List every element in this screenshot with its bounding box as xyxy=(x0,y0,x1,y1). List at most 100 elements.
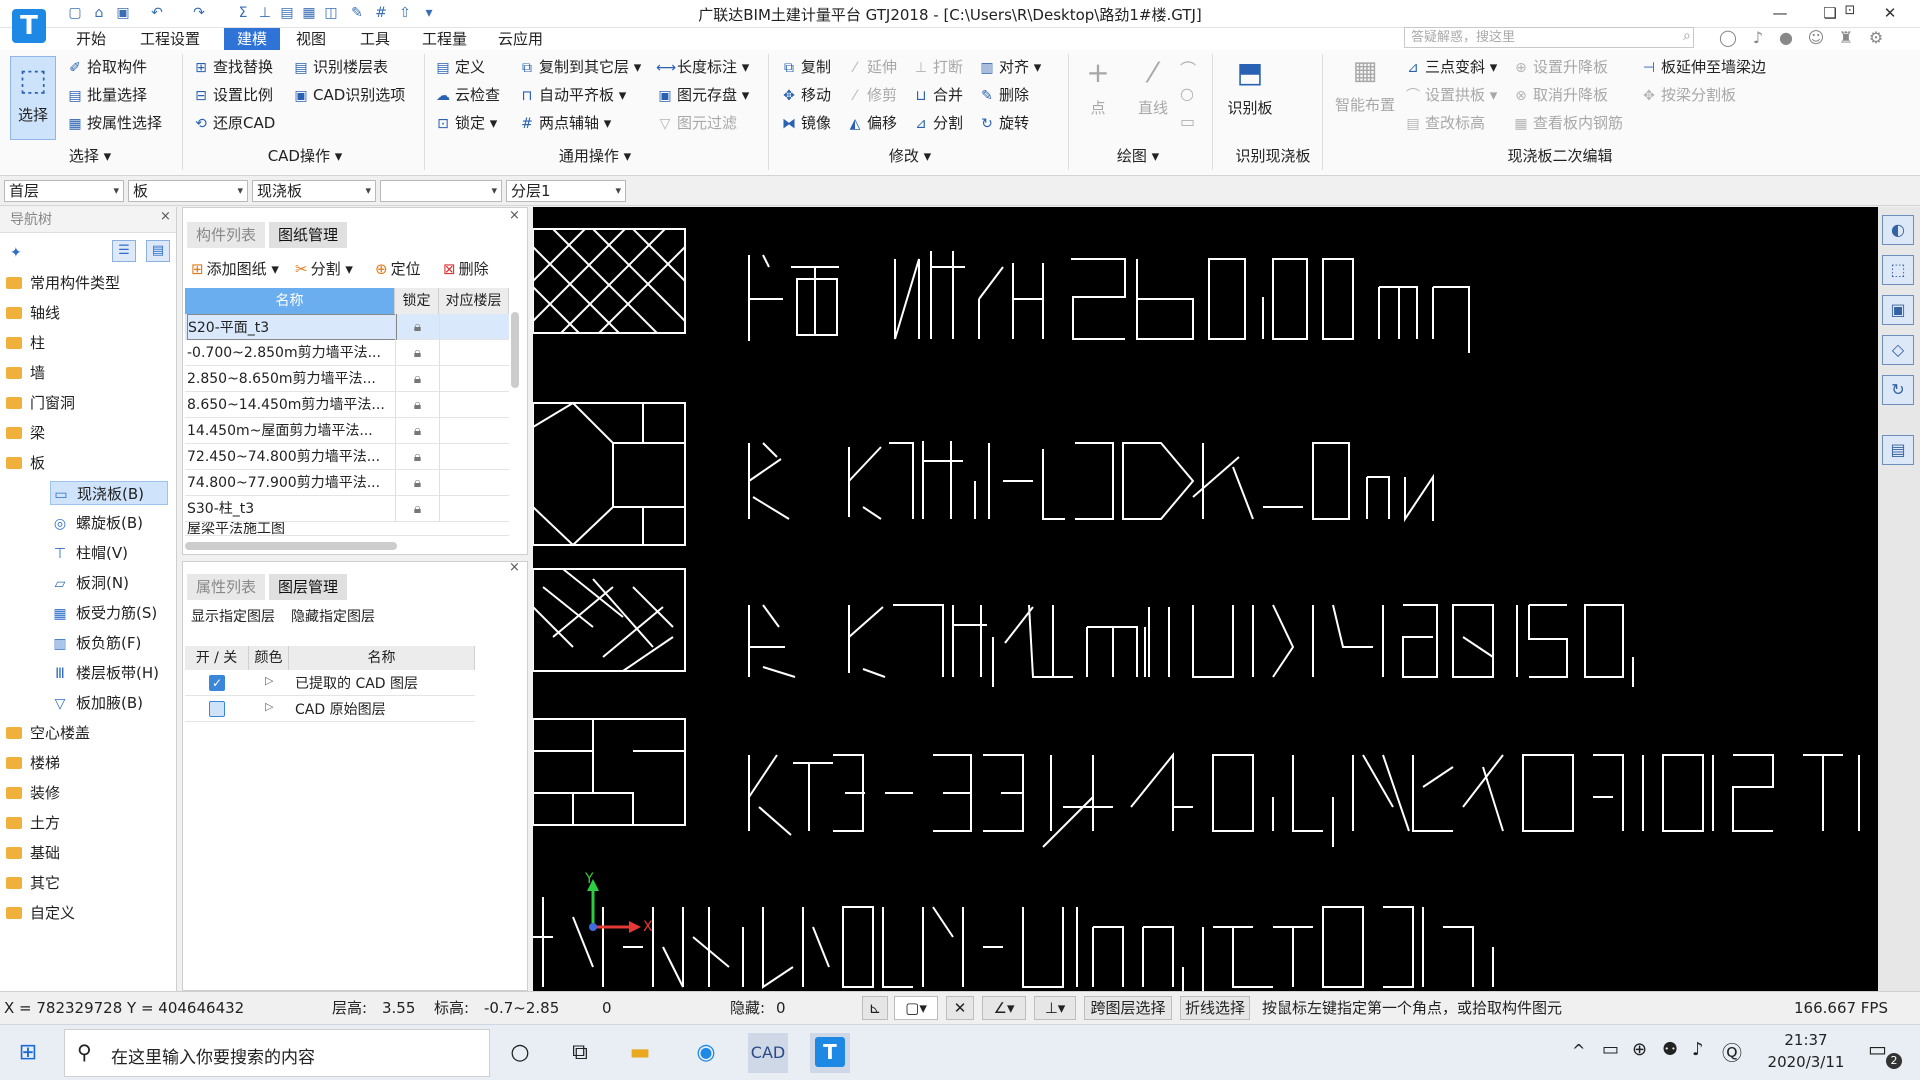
merge-button[interactable]: ⊔ 合并 xyxy=(912,83,963,107)
visibility-checkbox[interactable]: ✓ xyxy=(209,675,225,691)
trim-button[interactable]: ⁄ 修剪 xyxy=(846,83,897,107)
expand-arrow-icon[interactable]: ▷ xyxy=(265,674,273,687)
set-raise-slab-button[interactable]: ⊕ 设置升降板 xyxy=(1512,55,1608,79)
taskbar-search-box[interactable]: ⚲ 在这里输入你要搜索的内容 xyxy=(64,1029,490,1077)
nav-sub-item[interactable]: ▥ 板负筋(F) xyxy=(50,631,141,655)
top-view-icon[interactable]: ▣ xyxy=(1882,295,1914,325)
find-replace-button[interactable]: ⊞ 查找替换 xyxy=(192,55,273,79)
nav-sub-item[interactable]: ▽ 板加腋(B) xyxy=(50,691,143,715)
locate-button[interactable]: ⊕ 定位 xyxy=(375,258,421,280)
column-header-lock[interactable]: 锁定 xyxy=(395,288,439,314)
split-drawing-button[interactable]: ✂ 分割 ▾ xyxy=(295,258,353,280)
redo-icon[interactable]: ↷ xyxy=(190,4,208,22)
category-select[interactable]: 板 xyxy=(128,180,248,202)
lock-icon[interactable]: 🔒︎ xyxy=(395,340,439,366)
nav-item[interactable]: 空心楼盖 xyxy=(6,721,90,745)
tray-app-icon[interactable]: ⚉ xyxy=(1662,1039,1678,1060)
group-select-label[interactable]: 选择 ▾ xyxy=(40,145,140,167)
nav-item[interactable]: 楼梯 xyxy=(6,751,60,775)
network-icon[interactable]: ⊕ xyxy=(1632,1039,1647,1060)
nav-sub-item[interactable]: Ⅲ 楼层板带(H) xyxy=(50,661,159,685)
cancel-raise-slab-button[interactable]: ⊗ 取消升降板 xyxy=(1512,83,1608,107)
split-slab-by-beam-button[interactable]: ✥ 按梁分割板 xyxy=(1640,83,1736,107)
table-row[interactable]: S20-平面_t3 🔒︎ xyxy=(185,314,509,340)
move-button[interactable]: ✥ 移动 xyxy=(780,83,831,107)
tree-view-icon[interactable]: ▤ xyxy=(146,240,170,262)
orbit-icon[interactable]: ◐ xyxy=(1882,215,1914,245)
nav-item[interactable]: 门窗洞 xyxy=(6,391,75,415)
clock-date[interactable]: 2020/3/11 xyxy=(1766,1053,1846,1071)
nav-sub-item[interactable]: ▱ 板洞(N) xyxy=(50,571,129,595)
horizontal-scrollbar[interactable] xyxy=(185,542,397,550)
nav-sub-item[interactable]: ◎ 螺旋板(B) xyxy=(50,511,143,535)
lock-icon[interactable]: 🔒︎ xyxy=(395,418,439,444)
offset-button[interactable]: ◭ 偏移 xyxy=(846,111,897,135)
tab-cloud[interactable]: 云应用 xyxy=(490,28,551,50)
table-row[interactable]: S30-柱_t3 🔒︎ xyxy=(185,496,509,522)
view-icon[interactable]: ▦ xyxy=(300,4,318,22)
lock-icon[interactable]: 🔒︎ xyxy=(395,392,439,418)
bell-icon[interactable]: ♪ xyxy=(1748,28,1768,48)
column-header-layer-name[interactable]: 名称 xyxy=(289,646,475,670)
arc-icon[interactable]: ⌒ xyxy=(1180,56,1196,80)
smart-layout-button[interactable]: ▦ 智能布置 xyxy=(1332,56,1398,115)
lock-icon[interactable]: 🔒︎ xyxy=(395,496,439,522)
nav-item[interactable]: 墙 xyxy=(6,361,45,385)
view-slab-rebar-button[interactable]: ▦ 查看板内钢筋 xyxy=(1512,111,1623,135)
delete-drawing-button[interactable]: ⊠ 删除 xyxy=(443,258,489,280)
break-button[interactable]: ⊥ 打断 xyxy=(912,55,963,79)
battery-icon[interactable]: ▭ xyxy=(1602,1039,1619,1060)
tab-drawing-management[interactable]: 图纸管理 xyxy=(269,222,348,248)
lock-icon[interactable]: 🔒︎ xyxy=(395,314,439,340)
lock-icon[interactable]: 🔒︎ xyxy=(395,470,439,496)
set-scale-button[interactable]: ⊟ 设置比例 xyxy=(192,83,273,107)
add-drawing-button[interactable]: ⊞ 添加图纸 ▾ xyxy=(191,258,279,280)
element-filter-button[interactable]: ▽ 图元过滤 xyxy=(656,111,737,135)
table-row[interactable]: 14.450m~屋面剪力墙平法... 🔒︎ xyxy=(185,418,509,444)
lock-icon[interactable]: 🔒︎ xyxy=(395,366,439,392)
rotate-view-icon[interactable]: ↻ xyxy=(1882,375,1914,405)
nav-item[interactable]: 柱 xyxy=(6,331,45,355)
table-row[interactable]: 72.450~74.800剪力墙平法... 🔒︎ xyxy=(185,444,509,470)
cross-snap-icon[interactable]: ✕ xyxy=(946,996,974,1020)
copy-to-other-floors-button[interactable]: ⧉ 复制到其它层 ▾ xyxy=(518,55,641,79)
copy-button[interactable]: ⧉ 复制 xyxy=(780,55,831,79)
box-view-icon[interactable]: ◇ xyxy=(1882,335,1914,365)
nav-sub-item[interactable]: ▭ 现浇板(B) xyxy=(50,481,168,505)
nav-item[interactable]: 自定义 xyxy=(6,901,75,925)
three-point-slope-button[interactable]: ⊿ 三点变斜 ▾ xyxy=(1404,55,1497,79)
hide-layer-button[interactable]: 隐藏指定图层 xyxy=(291,606,375,626)
cad-drawing-canvas[interactable]: Y X xyxy=(533,207,1878,991)
vertical-scrollbar[interactable] xyxy=(511,312,519,388)
rotate-button[interactable]: ↻ 旋转 xyxy=(978,111,1029,135)
group-common-label[interactable]: 通用操作 ▾ xyxy=(540,145,650,167)
settings-icon[interactable]: ⚙ xyxy=(1866,28,1886,48)
grid-icon[interactable]: # xyxy=(372,4,390,22)
circle-icon[interactable]: ○ xyxy=(1180,84,1194,103)
nav-item[interactable]: 装修 xyxy=(6,781,60,805)
properties-view-icon[interactable]: ▤ xyxy=(1882,435,1914,465)
nav-item[interactable]: 轴线 xyxy=(6,301,60,325)
undo-icon[interactable]: ↶ xyxy=(148,4,166,22)
cloud-check-button[interactable]: ☁ 云检查 xyxy=(434,83,500,107)
polyline-select-button[interactable]: 折线选择 xyxy=(1180,996,1250,1020)
nav-sub-item[interactable]: ⊤ 柱帽(V) xyxy=(50,541,128,565)
split-button[interactable]: ⊿ 分割 xyxy=(912,111,963,135)
nav-item[interactable]: 梁 xyxy=(6,421,45,445)
line-button[interactable]: ⁄ 直线 xyxy=(1130,56,1176,118)
group-modify-label[interactable]: 修改 ▾ xyxy=(870,145,950,167)
pin-icon[interactable]: ✦ xyxy=(10,245,22,261)
type-select[interactable]: 现浇板 xyxy=(252,180,376,202)
list-view-icon[interactable]: ☰ xyxy=(112,240,136,262)
select-button[interactable]: ⬚ 选择 xyxy=(10,56,56,140)
column-header-toggle[interactable]: 开 / 关 xyxy=(185,646,249,670)
cross-layer-select-button[interactable]: 跨图层选择 xyxy=(1084,996,1172,1020)
save-icon[interactable]: ▣ xyxy=(114,4,132,22)
pick-component-button[interactable]: ✐ 拾取构件 xyxy=(66,55,147,79)
tab-view[interactable]: 视图 xyxy=(288,28,334,50)
tab-modeling[interactable]: 建模 xyxy=(224,28,280,50)
search-icon[interactable]: ⌕ xyxy=(1683,28,1691,44)
set-arch-slab-button[interactable]: ⌒ 设置拱板 ▾ xyxy=(1404,83,1497,107)
mirror-button[interactable]: ⧓ 镜像 xyxy=(780,111,831,135)
file-explorer-icon[interactable]: ▬ xyxy=(620,1033,660,1073)
